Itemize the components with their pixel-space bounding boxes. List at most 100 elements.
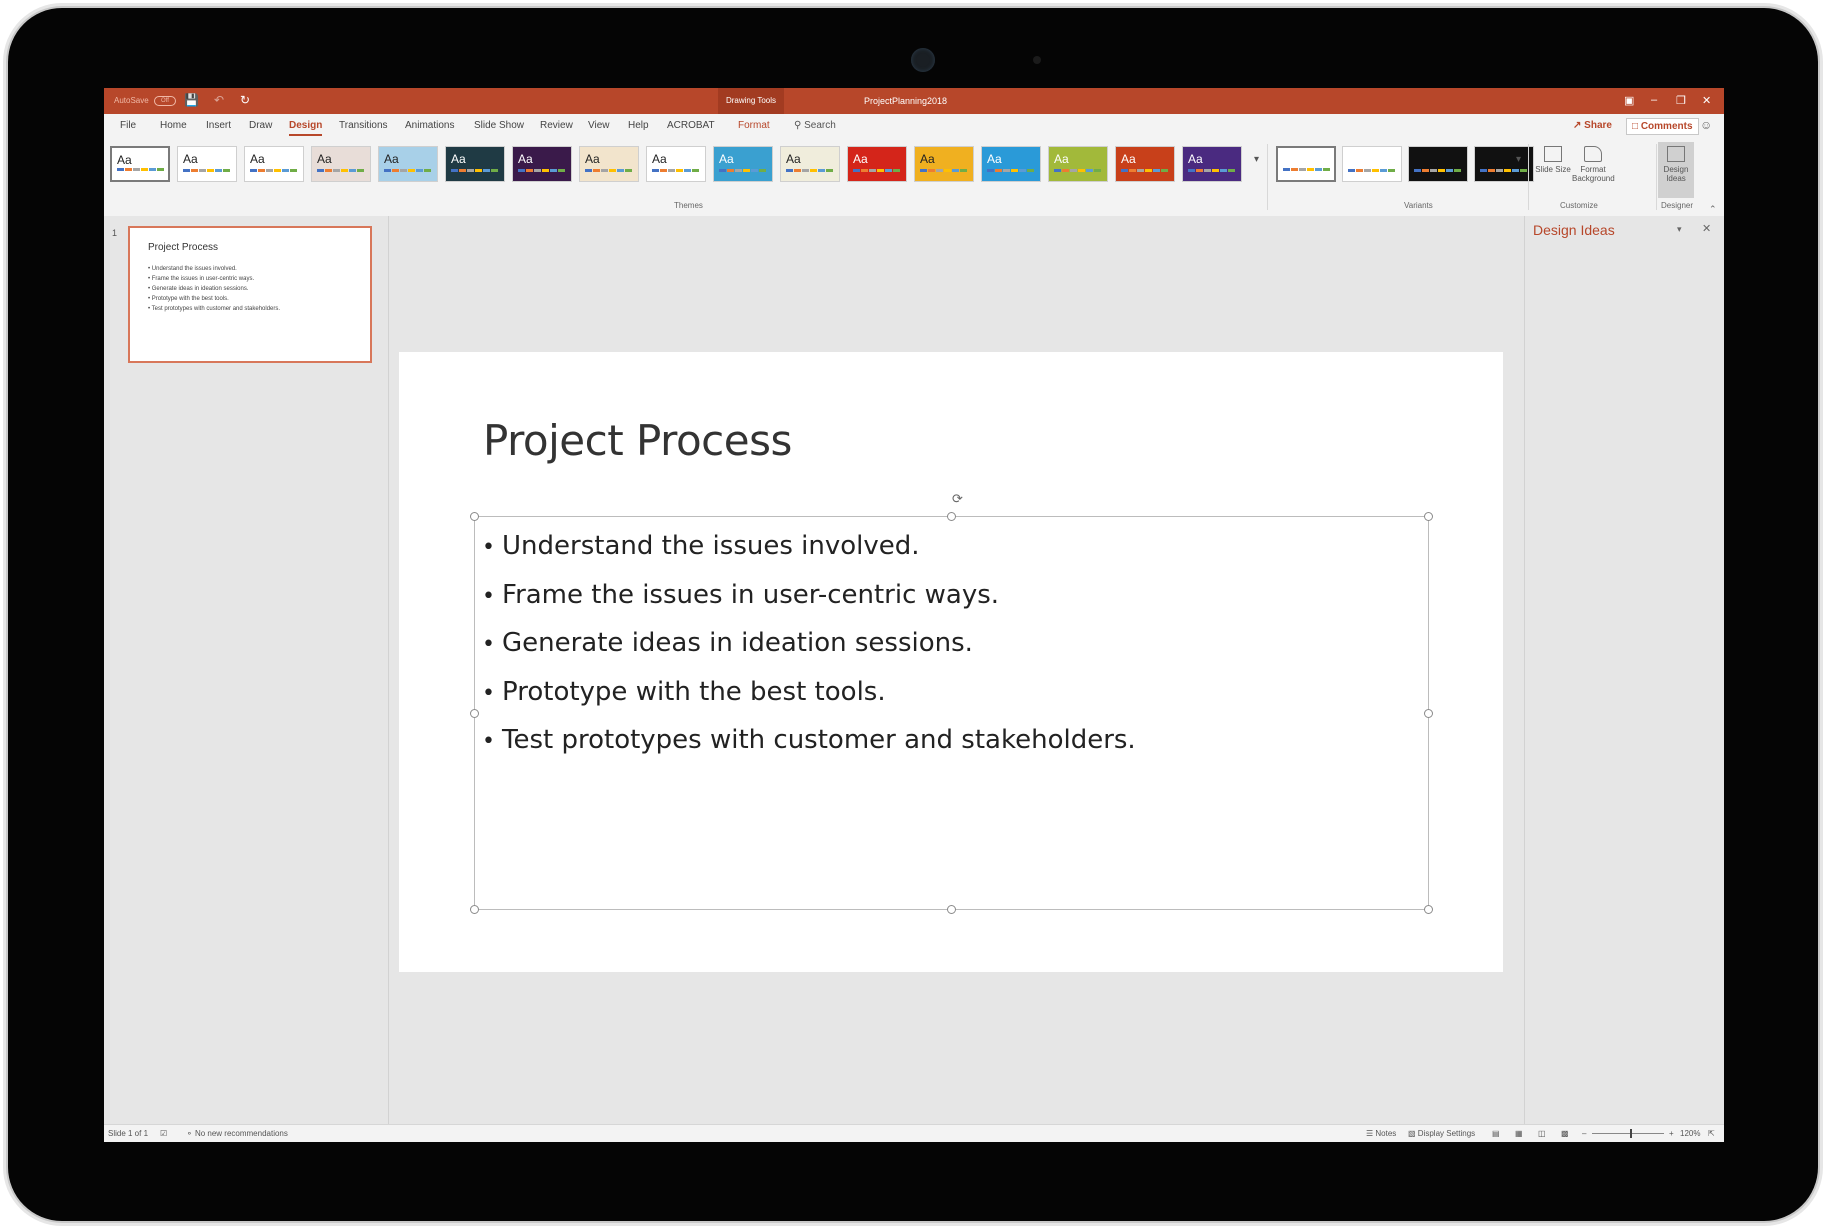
tab-format[interactable]: Format bbox=[738, 120, 770, 131]
variant-thumbnail[interactable] bbox=[1474, 146, 1534, 182]
tab-slide-show[interactable]: Slide Show bbox=[474, 120, 524, 131]
bullet-item[interactable]: Understand the issues involved. bbox=[482, 523, 1136, 572]
search-box[interactable]: ⚲ Search bbox=[794, 120, 836, 131]
display-settings-button[interactable]: ▧ Display Settings bbox=[1408, 1129, 1475, 1138]
restore-icon[interactable]: ❐ bbox=[1676, 94, 1686, 107]
slide-sorter-icon[interactable]: ▦ bbox=[1515, 1129, 1523, 1138]
resize-handle-right[interactable] bbox=[1424, 709, 1433, 718]
format-background-icon bbox=[1584, 146, 1602, 162]
theme-color-swatches bbox=[1121, 159, 1169, 177]
comments-button[interactable]: □ Comments bbox=[1626, 118, 1699, 135]
thumbnail-bullet: • Frame the issues in user-centric ways. bbox=[148, 276, 255, 282]
theme-thumbnail[interactable]: Aa bbox=[378, 146, 438, 182]
bullet-item[interactable]: Frame the issues in user-centric ways. bbox=[482, 572, 1136, 621]
slide-size-button[interactable]: Slide Size bbox=[1532, 142, 1574, 198]
tab-review[interactable]: Review bbox=[540, 120, 573, 131]
resize-handle-left[interactable] bbox=[470, 709, 479, 718]
theme-thumbnail[interactable]: Aa bbox=[1182, 146, 1242, 182]
accessibility-status[interactable]: ⚬ No new recommendations bbox=[186, 1129, 288, 1138]
content-placeholder[interactable]: Understand the issues involved. Frame th… bbox=[470, 512, 1433, 914]
tab-animations[interactable]: Animations bbox=[405, 120, 454, 131]
zoom-slider-thumb[interactable] bbox=[1630, 1129, 1632, 1138]
theme-color-swatches bbox=[384, 159, 432, 177]
fit-to-window-icon[interactable]: ⇱ bbox=[1708, 1129, 1715, 1138]
tab-file[interactable]: File bbox=[120, 120, 136, 131]
theme-color-swatches bbox=[1188, 159, 1236, 177]
variants-more-icon[interactable]: ▾ bbox=[1516, 154, 1521, 165]
bullet-item[interactable]: Prototype with the best tools. bbox=[482, 669, 1136, 718]
ribbon-divider bbox=[1656, 144, 1657, 210]
redo-icon[interactable]: ↻ bbox=[240, 93, 250, 107]
normal-view-icon[interactable]: ▤ bbox=[1492, 1129, 1500, 1138]
slide-show-icon[interactable]: ▩ bbox=[1561, 1129, 1569, 1138]
bullet-item[interactable]: Test prototypes with customer and stakeh… bbox=[482, 717, 1136, 766]
theme-thumbnail[interactable]: Aa bbox=[981, 146, 1041, 182]
design-ideas-title: Design Ideas bbox=[1533, 222, 1615, 238]
resize-handle-top[interactable] bbox=[947, 512, 956, 521]
theme-thumbnail[interactable]: Aa bbox=[1048, 146, 1108, 182]
rotate-handle-icon[interactable]: ⟳ bbox=[952, 491, 963, 507]
variant-thumbnail[interactable] bbox=[1276, 146, 1336, 182]
theme-thumbnail[interactable]: Aa bbox=[244, 146, 304, 182]
zoom-in-icon[interactable]: + bbox=[1669, 1129, 1674, 1138]
design-ideas-button[interactable]: Design Ideas bbox=[1658, 142, 1694, 198]
slide[interactable]: Project Process ⟳ Understand the issues … bbox=[399, 352, 1503, 972]
resize-handle-bottom-left[interactable] bbox=[470, 905, 479, 914]
save-icon[interactable]: 💾 bbox=[184, 93, 199, 107]
tab-transitions[interactable]: Transitions bbox=[339, 120, 388, 131]
resize-handle-top-right[interactable] bbox=[1424, 512, 1433, 521]
zoom-out-icon[interactable]: – bbox=[1582, 1129, 1586, 1138]
format-background-button[interactable]: Format Background bbox=[1572, 142, 1615, 198]
thumbnail-title: Project Process bbox=[148, 242, 219, 253]
theme-thumbnail[interactable]: Aa bbox=[713, 146, 773, 182]
theme-color-swatches bbox=[853, 159, 901, 177]
theme-thumbnail[interactable]: Aa bbox=[177, 146, 237, 182]
design-ideas-pane: Design Ideas ▾ ✕ bbox=[1524, 216, 1724, 1124]
variant-thumbnail[interactable] bbox=[1408, 146, 1468, 182]
tab-draw[interactable]: Draw bbox=[249, 120, 272, 131]
theme-thumbnail[interactable]: Aa bbox=[1115, 146, 1175, 182]
close-icon[interactable]: ✕ bbox=[1702, 94, 1711, 107]
share-button[interactable]: ↗ Share bbox=[1568, 118, 1617, 133]
resize-handle-bottom[interactable] bbox=[947, 905, 956, 914]
ribbon-divider bbox=[1267, 144, 1268, 210]
autosave-state: Off bbox=[153, 96, 176, 106]
zoom-level[interactable]: 120% bbox=[1680, 1129, 1700, 1138]
zoom-slider[interactable] bbox=[1592, 1133, 1664, 1134]
autosave-toggle[interactable]: AutoSave Off bbox=[114, 96, 176, 106]
theme-thumbnail[interactable]: Aa bbox=[914, 146, 974, 182]
undo-icon[interactable]: ↶ bbox=[214, 93, 224, 107]
autosave-label: AutoSave bbox=[114, 96, 149, 106]
resize-handle-top-left[interactable] bbox=[470, 512, 479, 521]
ribbon-display-options-icon[interactable]: ▣ bbox=[1624, 94, 1634, 107]
tab-acrobat[interactable]: ACROBAT bbox=[667, 120, 715, 131]
slide-title[interactable]: Project Process bbox=[483, 416, 792, 465]
theme-thumbnail[interactable]: Aa bbox=[311, 146, 371, 182]
resize-handle-bottom-right[interactable] bbox=[1424, 905, 1433, 914]
theme-thumbnail[interactable]: Aa bbox=[445, 146, 505, 182]
bullet-item[interactable]: Generate ideas in ideation sessions. bbox=[482, 620, 1136, 669]
variant-thumbnail[interactable] bbox=[1342, 146, 1402, 182]
slide-thumbnail[interactable]: Project Process • Understand the issues … bbox=[128, 226, 372, 363]
notes-button[interactable]: ☰ Notes bbox=[1366, 1129, 1396, 1138]
theme-thumbnail[interactable]: Aa bbox=[780, 146, 840, 182]
collapse-ribbon-icon[interactable]: ⌃ bbox=[1709, 204, 1717, 215]
theme-color-swatches bbox=[786, 159, 834, 177]
minimize-icon[interactable]: – bbox=[1651, 94, 1657, 106]
reading-view-icon[interactable]: ◫ bbox=[1538, 1129, 1546, 1138]
spell-check-icon[interactable]: ☑ bbox=[160, 1129, 167, 1138]
pane-close-icon[interactable]: ✕ bbox=[1702, 222, 1711, 235]
tab-help[interactable]: Help bbox=[628, 120, 649, 131]
tab-home[interactable]: Home bbox=[160, 120, 187, 131]
feedback-smiley-icon[interactable]: ☺ bbox=[1700, 118, 1712, 132]
pane-options-icon[interactable]: ▾ bbox=[1677, 224, 1682, 235]
themes-more-icon[interactable]: ▾ bbox=[1254, 154, 1259, 165]
theme-thumbnail[interactable]: Aa bbox=[512, 146, 572, 182]
tab-insert[interactable]: Insert bbox=[206, 120, 231, 131]
theme-thumbnail[interactable]: Aa bbox=[646, 146, 706, 182]
tab-design[interactable]: Design bbox=[289, 120, 323, 136]
tab-view[interactable]: View bbox=[588, 120, 610, 131]
theme-thumbnail[interactable]: Aa bbox=[579, 146, 639, 182]
theme-thumbnail[interactable]: Aa bbox=[847, 146, 907, 182]
theme-thumbnail[interactable]: Aa bbox=[110, 146, 170, 182]
